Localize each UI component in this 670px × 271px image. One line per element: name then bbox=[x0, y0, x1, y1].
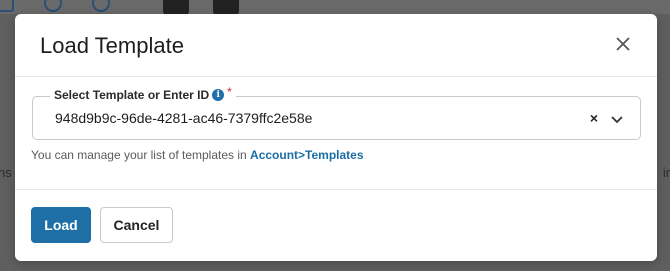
bg-settings-icon bbox=[44, 0, 62, 12]
bg-globe-icon bbox=[92, 0, 110, 12]
field-label-group: Select Template or Enter ID i * bbox=[50, 85, 236, 102]
cancel-button[interactable]: Cancel bbox=[100, 207, 173, 243]
modal-footer: Load Cancel bbox=[15, 190, 657, 260]
chevron-down-icon[interactable] bbox=[610, 112, 624, 130]
help-text-prefix: You can manage your list of templates in bbox=[31, 148, 251, 162]
help-text: You can manage your list of templates in… bbox=[31, 148, 364, 162]
field-label: Select Template or Enter ID bbox=[54, 88, 210, 102]
template-select[interactable]: Select Template or Enter ID i * 948d9b9c… bbox=[32, 85, 641, 140]
load-template-modal: Load Template Select Template or Enter I… bbox=[15, 14, 657, 261]
close-icon bbox=[616, 37, 630, 51]
bg-share-icon bbox=[0, 0, 14, 12]
info-icon[interactable]: i bbox=[212, 89, 225, 101]
modal-title: Load Template bbox=[40, 33, 184, 58]
background-toolbar bbox=[0, 0, 670, 16]
load-button[interactable]: Load bbox=[31, 207, 91, 243]
close-button[interactable] bbox=[613, 34, 633, 54]
modal-header: Load Template bbox=[15, 14, 657, 77]
required-mark: * bbox=[227, 85, 232, 99]
background-text-left: ns bbox=[0, 165, 12, 180]
account-templates-link[interactable]: Account>Templates bbox=[250, 148, 363, 162]
background-text-right: in bbox=[662, 165, 670, 180]
clear-icon[interactable]: × bbox=[590, 110, 598, 126]
template-id-value[interactable]: 948d9b9c-96de-4281-ac46-7379ffc2e58e bbox=[55, 110, 312, 126]
modal-body: Select Template or Enter ID i * 948d9b9c… bbox=[15, 77, 657, 190]
